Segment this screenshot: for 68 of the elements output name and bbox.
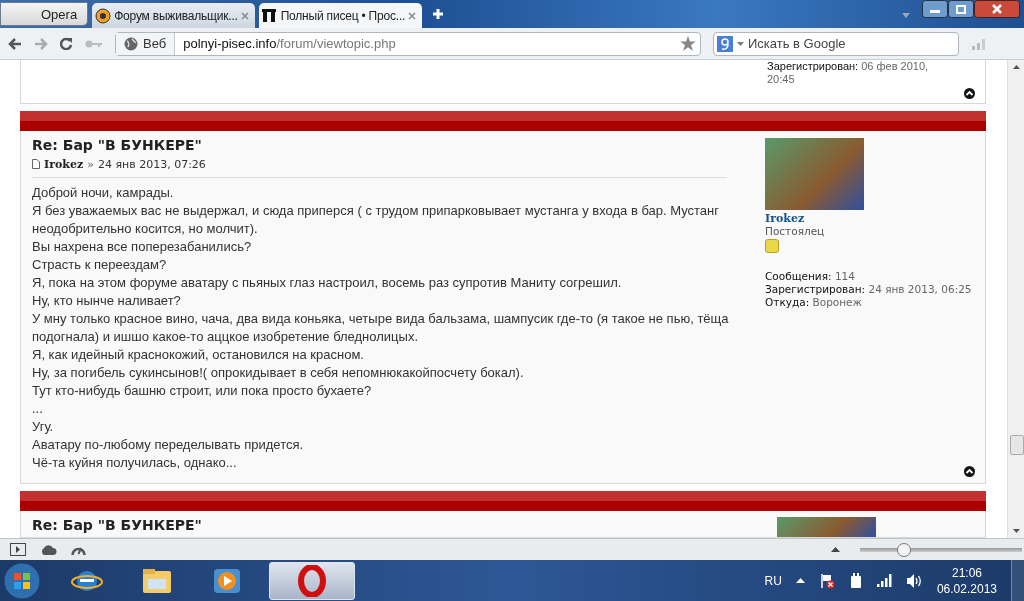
address-field[interactable]: Веб polnyi-pisec.info/forum/viewtopic.php — [115, 31, 701, 56]
language-indicator[interactable]: RU — [764, 573, 782, 588]
plus-icon[interactable] — [432, 8, 445, 20]
rank-badge — [765, 238, 779, 253]
tab-list-icon[interactable] — [902, 13, 910, 18]
post-title[interactable]: Re: Бар "В БУНКЕРЕ" — [32, 517, 202, 537]
scroll-down-icon[interactable] — [1012, 529, 1020, 533]
author-link[interactable]: Irokez — [44, 157, 84, 171]
favicon-icon — [261, 7, 278, 24]
web-mode-button[interactable]: Веб — [116, 32, 176, 55]
restore-icon[interactable] — [948, 0, 974, 18]
post-text: Ну, за погибель сукинсынов!( опрокидывает в себя непомнюкакойпосчету бокал). — [32, 363, 525, 382]
signal-bars-icon[interactable] — [876, 574, 893, 587]
opera-o-icon — [296, 564, 328, 597]
username-link[interactable]: Irokez — [765, 211, 975, 225]
post-text: Я, пока на этом форуме аватару с пьяных глаз настроил, восемь раз супротив Маниту согрешил. — [32, 273, 623, 292]
post-text: Я без уважаемых вас не выдержал, и сюда приперся ( с трудом припарковывает мустанга у входа в бар. Мустанг неодобрительно косится, но молчит). — [32, 201, 720, 238]
post-text: Ну, кто нынче наливает? — [32, 291, 182, 310]
post-text: Угу. — [32, 417, 55, 436]
profile-field: Зарегистрирован: 06 фев 2010, — [767, 60, 975, 73]
post-text: У мну только красное вино, чача, два вида коньяка, четыре вида бальзама, шампусик где-то (я такое не пью, тёща подогнала) и ишшо какое-то аццкое изобретение бледнолицых. — [32, 309, 730, 346]
speaker-icon[interactable] — [906, 573, 923, 588]
minimize-icon[interactable] — [922, 0, 948, 18]
taskbar-app-button[interactable] — [269, 561, 355, 600]
separator-text: » — [87, 157, 94, 171]
cloud-icon[interactable] — [40, 544, 57, 555]
reload-icon[interactable] — [60, 37, 73, 50]
post-date: 24 янв 2013, 07:26 — [97, 157, 206, 171]
scroll-top-icon[interactable] — [964, 87, 975, 99]
start-orb-icon[interactable] — [3, 561, 41, 600]
back-icon[interactable] — [8, 37, 22, 50]
document-icon[interactable] — [32, 159, 40, 170]
tray-expand-icon[interactable] — [795, 578, 805, 583]
profile-field: Зарегистрирован: 24 янв 2013, 06:25 — [765, 282, 975, 296]
post-text: Вы нахрена все поперезабанились? — [32, 237, 253, 256]
browser-tab[interactable]: Полный писец • Прос... — [258, 3, 423, 28]
slider-thumb[interactable] — [896, 542, 911, 557]
post-text: Тут кто-нибудь башню строит, или пока просто бухаете? — [32, 381, 373, 400]
caret-icon[interactable] — [737, 41, 744, 46]
url-text: polnyi-pisec.info/forum/viewtopic.php — [182, 36, 396, 51]
star-icon[interactable] — [680, 36, 696, 51]
zoom-menu-icon[interactable] — [831, 547, 840, 552]
profile-field: Сообщения: 114 — [765, 269, 975, 283]
clock[interactable]: 21:06 06.02.2013 — [936, 564, 997, 597]
post-text: Аватару по-любому переделывать придется. — [32, 435, 305, 454]
post-text: Чё-та куйня получилась, однако... — [32, 453, 238, 472]
browser-tab[interactable]: Форум выживальщик... — [92, 3, 255, 28]
profile-field: 20:45 — [767, 73, 975, 86]
search-field[interactable]: Искать в Google — [713, 31, 959, 56]
scrollbar[interactable] — [1007, 60, 1024, 538]
globe-icon — [124, 36, 138, 51]
profile-field: Откуда: Воронеж — [765, 295, 975, 309]
flag-icon[interactable] — [818, 572, 835, 589]
panel-toggle-icon[interactable] — [10, 543, 26, 556]
scroll-top-icon[interactable] — [964, 466, 975, 477]
scroll-up-icon[interactable] — [1012, 65, 1020, 69]
opera-menu-button[interactable]: Opera — [0, 2, 89, 26]
power-plug-icon[interactable] — [848, 572, 863, 589]
rank-text: Постоялец — [765, 224, 826, 237]
post-text: Доброй ночи, камрады. — [32, 183, 175, 202]
close-icon[interactable] — [974, 0, 1020, 18]
post-text: ... — [32, 399, 44, 418]
favicon-icon — [95, 7, 112, 24]
post-title[interactable]: Re: Бар "В БУНКЕРЕ" — [32, 136, 737, 153]
scroll-thumb[interactable] — [1010, 435, 1024, 455]
post-text: Страсть к переездам? — [32, 255, 168, 274]
post-text: Я, как идейный краснокожий, остановился на красном. — [32, 345, 365, 364]
signal-bars-icon — [971, 37, 987, 50]
